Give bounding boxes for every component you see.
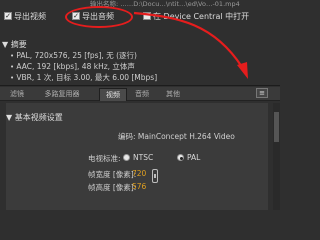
pal-label: PAL	[187, 153, 201, 162]
export-video-label: 导出视频	[14, 12, 46, 21]
section-title: 基本视频设置	[14, 113, 63, 122]
codec-label: 编码:	[118, 132, 136, 141]
collapse-triangle-icon: ▼	[2, 40, 9, 49]
summary-line: • PAL, 720x576, 25 [fps], 无 (逐行)	[10, 50, 137, 61]
divider	[0, 85, 280, 86]
summary-audio-info: AAC, 192 [kbps], 48 kHz, 立体声	[16, 62, 135, 71]
collapse-triangle-icon: ▼	[6, 113, 13, 122]
tv-standard-label: 电视标准:	[88, 154, 121, 163]
tab-other[interactable]: 其他	[162, 88, 184, 100]
ntsc-radio[interactable]	[123, 154, 130, 161]
annotation-ellipse	[65, 6, 133, 28]
summary-header[interactable]: ▼ 摘要	[2, 39, 27, 50]
scrollbar-thumb[interactable]	[274, 112, 279, 142]
summary-bitrate-info: VBR, 1 次, 目标 3.00, 最大 6.00 [Mbps]	[16, 73, 158, 82]
codec-row: 编码: MainConcept H.264 Video	[118, 131, 235, 142]
summary-line: • VBR, 1 次, 目标 3.00, 最大 6.00 [Mbps]	[10, 72, 157, 83]
frame-height-value[interactable]: 576	[132, 182, 146, 191]
summary-video-info: PAL, 720x576, 25 [fps], 无 (逐行)	[16, 51, 137, 60]
codec-value: MainConcept H.264 Video	[137, 132, 235, 141]
bullet-icon: •	[10, 74, 15, 82]
summary-line: • AAC, 192 [kbps], 48 kHz, 立体声	[10, 61, 135, 72]
pal-radio[interactable]	[177, 154, 184, 161]
link-aspect-icon[interactable]	[152, 169, 158, 183]
frame-width-label: 帧宽度 [像素]:	[88, 170, 137, 179]
export-video-checkbox[interactable]: ✓	[4, 12, 12, 20]
bullet-icon: •	[10, 63, 15, 71]
bullet-icon: •	[10, 52, 15, 60]
frame-height-label: 帧高度 [像素]:	[88, 183, 137, 192]
ntsc-label: NTSC	[133, 153, 154, 162]
summary-title: 摘要	[10, 40, 27, 49]
panel-menu-icon[interactable]: ≡	[256, 88, 268, 98]
frame-width-value[interactable]: 720	[132, 169, 146, 178]
tab-video[interactable]: 视频	[99, 88, 127, 101]
tab-filters[interactable]: 滤镜	[6, 88, 28, 100]
tab-multiplexer[interactable]: 多路复用器	[40, 88, 84, 100]
tab-audio[interactable]: 音频	[130, 88, 154, 100]
basic-video-settings-header[interactable]: ▼ 基本视频设置	[6, 112, 63, 123]
